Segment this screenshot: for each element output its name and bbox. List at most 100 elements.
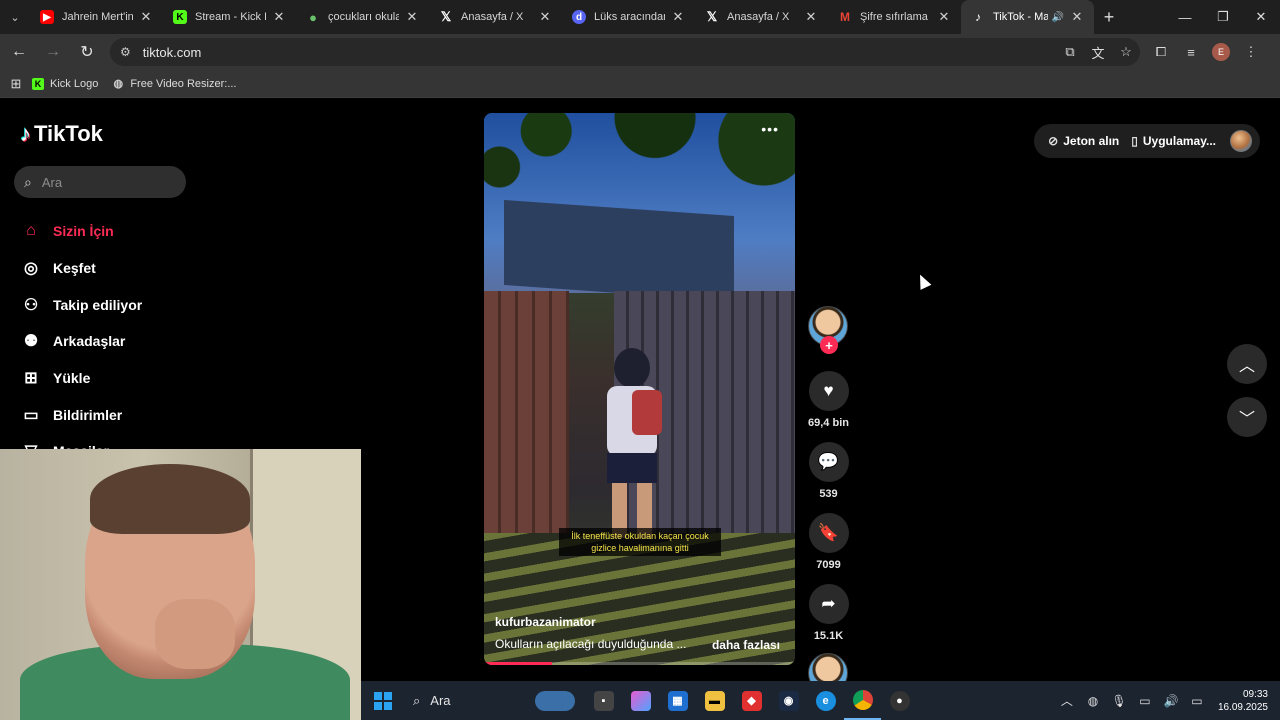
taskbar-app-chrome[interactable] bbox=[844, 681, 881, 720]
microphone-icon[interactable]: 🎙 bbox=[1106, 694, 1132, 708]
sidebar-item-upload[interactable]: ⊞ Yükle bbox=[22, 360, 142, 397]
menu-icon[interactable]: ⋮ bbox=[1236, 44, 1266, 60]
video-player[interactable]: ••• İlk teneffüste okuldan kaçan çocuk g… bbox=[484, 113, 795, 665]
notifications-icon: ▭ bbox=[23, 406, 39, 424]
restore-button[interactable]: ❐ bbox=[1204, 0, 1242, 34]
chevron-up-icon[interactable]: ︿ bbox=[1054, 692, 1080, 709]
minimize-button[interactable]: — bbox=[1166, 0, 1204, 34]
comment-icon: 💬 bbox=[817, 452, 840, 471]
forward-button[interactable]: → bbox=[38, 37, 68, 67]
home-icon: ⌂ bbox=[26, 222, 36, 240]
back-button[interactable]: ← bbox=[4, 37, 34, 67]
taskbar-app[interactable]: ◉ bbox=[770, 681, 807, 720]
previous-video-button[interactable]: ︿ bbox=[1227, 344, 1267, 384]
battery-icon[interactable]: ▭ bbox=[1184, 694, 1210, 708]
upload-icon: ⊞ bbox=[24, 370, 38, 388]
taskbar-search[interactable]: ⌕ Ara bbox=[403, 687, 525, 715]
user-avatar[interactable] bbox=[1230, 130, 1252, 152]
sidebar-item-for-you[interactable]: ⌂ Sizin İçin bbox=[22, 213, 142, 250]
address-bar[interactable]: ⚙ tiktok.com ⧉ 文 ☆ bbox=[110, 38, 1140, 66]
share-button[interactable]: ➦ bbox=[808, 584, 849, 624]
creator-avatar[interactable]: + bbox=[808, 306, 848, 354]
antivirus-icon[interactable]: ◍ bbox=[1080, 694, 1106, 708]
close-icon[interactable]: ✕ bbox=[538, 9, 552, 25]
site-info-icon[interactable]: ⚙ bbox=[120, 45, 131, 59]
chevron-up-icon: ︿ bbox=[1238, 358, 1255, 375]
window-controls: — ❐ ✕ bbox=[1166, 0, 1280, 34]
close-icon[interactable]: ✕ bbox=[937, 9, 951, 25]
sidebar-item-notifications[interactable]: ▭ Bildirimler bbox=[22, 396, 142, 433]
sidebar-item-following[interactable]: ⚇ Takip ediliyor bbox=[22, 286, 142, 323]
tab-search-button[interactable]: ⌄ bbox=[0, 0, 30, 34]
volume-icon[interactable]: 🔊 bbox=[1158, 694, 1184, 708]
profile-avatar[interactable]: E bbox=[1212, 43, 1230, 61]
comment-button[interactable]: 💬 bbox=[808, 442, 849, 482]
clock[interactable]: 09:33 16.09.2025 bbox=[1218, 688, 1268, 714]
bookmark-label: Free Video Resizer:... bbox=[130, 77, 237, 90]
taskbar-app[interactable]: e bbox=[807, 681, 844, 720]
media-controls-icon[interactable]: ≡ bbox=[1176, 45, 1206, 60]
get-app-button[interactable]: ▯ Uygulamay... bbox=[1131, 134, 1216, 148]
windows-icon bbox=[374, 691, 392, 710]
start-button[interactable] bbox=[363, 681, 403, 720]
close-icon[interactable]: ✕ bbox=[804, 9, 818, 25]
reload-button[interactable]: ↻ bbox=[72, 37, 102, 67]
get-coins-button[interactable]: ⊘ Jeton alın bbox=[1048, 134, 1119, 148]
close-icon[interactable]: ✕ bbox=[671, 9, 685, 25]
sidebar-item-friends[interactable]: ⚉ Arkadaşlar bbox=[22, 323, 142, 360]
widgets-button[interactable] bbox=[525, 681, 585, 720]
video-author[interactable]: kufurbazanimator bbox=[495, 615, 596, 629]
taskbar-app[interactable]: ▪ bbox=[585, 681, 622, 720]
bookmark-item[interactable]: ◍ Free Video Resizer:... bbox=[112, 77, 237, 91]
tab-title: Anasayfa / X bbox=[727, 11, 790, 23]
tab-active[interactable]: ♪ TikTok - Mak 🔊 ✕ bbox=[961, 0, 1094, 34]
close-icon[interactable]: ✕ bbox=[272, 9, 286, 25]
tab[interactable]: ▶ Jahrein Mert'in H ✕ bbox=[30, 0, 163, 34]
copilot-icon bbox=[630, 690, 651, 711]
tab[interactable]: d Lüks aracından in ✕ bbox=[562, 0, 695, 34]
get-coins-label: Jeton alın bbox=[1063, 134, 1120, 148]
tiktok-logo[interactable]: ♪ TikTok bbox=[20, 121, 103, 147]
clock-date: 16.09.2025 bbox=[1217, 701, 1268, 713]
logo-text: TikTok bbox=[34, 121, 103, 146]
taskbar-app[interactable] bbox=[622, 681, 659, 720]
video-progress-bar[interactable] bbox=[484, 662, 795, 665]
following-icon: ⚇ bbox=[23, 296, 39, 314]
apps-grid-icon[interactable]: ⊞ bbox=[0, 76, 32, 92]
taskbar-app[interactable]: ▦ bbox=[659, 681, 696, 720]
more-options-icon[interactable]: ••• bbox=[761, 121, 779, 137]
new-tab-button[interactable]: + bbox=[1094, 7, 1124, 28]
toolbar-right: ⧠ ≡ E ⋮ bbox=[1146, 43, 1266, 61]
install-app-icon[interactable]: ⧉ bbox=[1056, 44, 1084, 60]
video-navigation: ︿ ﹀ bbox=[1227, 344, 1267, 450]
extensions-icon[interactable]: ⧠ bbox=[1146, 44, 1176, 60]
follow-plus-icon[interactable]: + bbox=[820, 336, 838, 354]
tab[interactable]: K Stream - Kick Da ✕ bbox=[163, 0, 296, 34]
network-icon[interactable]: ▭ bbox=[1132, 694, 1158, 708]
search-input[interactable]: ⌕ Ara bbox=[14, 166, 186, 198]
taskbar-app[interactable]: ▬ bbox=[696, 681, 733, 720]
bookmark-item[interactable]: K Kick Logo bbox=[32, 77, 98, 90]
comment-count: 539 bbox=[819, 488, 838, 500]
tab[interactable]: M Şifre sıfırlama ist ✕ bbox=[828, 0, 961, 34]
bookmark-star-icon[interactable]: ☆ bbox=[1112, 44, 1140, 60]
taskbar-app[interactable]: ◆ bbox=[733, 681, 770, 720]
taskbar-app[interactable]: ● bbox=[881, 681, 918, 720]
system-tray: ︿ ◍ 🎙 ▭ 🔊 ▭ 09:33 16.09.2025 bbox=[1054, 681, 1268, 720]
close-icon[interactable]: ✕ bbox=[1070, 9, 1084, 25]
like-button[interactable]: ♥ bbox=[808, 371, 849, 411]
translate-icon[interactable]: 文 bbox=[1084, 43, 1112, 62]
next-video-button[interactable]: ﹀ bbox=[1227, 397, 1267, 437]
close-icon[interactable]: ✕ bbox=[139, 9, 153, 25]
tab[interactable]: 𝕏 Anasayfa / X ✕ bbox=[429, 0, 562, 34]
speaker-icon[interactable]: 🔊 bbox=[1052, 12, 1064, 23]
close-window-button[interactable]: ✕ bbox=[1242, 0, 1280, 34]
chevron-down-icon: ﹀ bbox=[1238, 411, 1255, 428]
tab[interactable]: ● çocukları okula g ✕ bbox=[296, 0, 429, 34]
heart-icon: ♥ bbox=[823, 381, 834, 400]
sidebar-item-explore[interactable]: ◎ Keşfet bbox=[22, 250, 142, 287]
save-button[interactable]: 🔖 bbox=[808, 513, 849, 553]
see-more-link[interactable]: daha fazlası bbox=[712, 638, 780, 652]
close-icon[interactable]: ✕ bbox=[405, 9, 419, 25]
tab[interactable]: 𝕏 Anasayfa / X ✕ bbox=[695, 0, 828, 34]
